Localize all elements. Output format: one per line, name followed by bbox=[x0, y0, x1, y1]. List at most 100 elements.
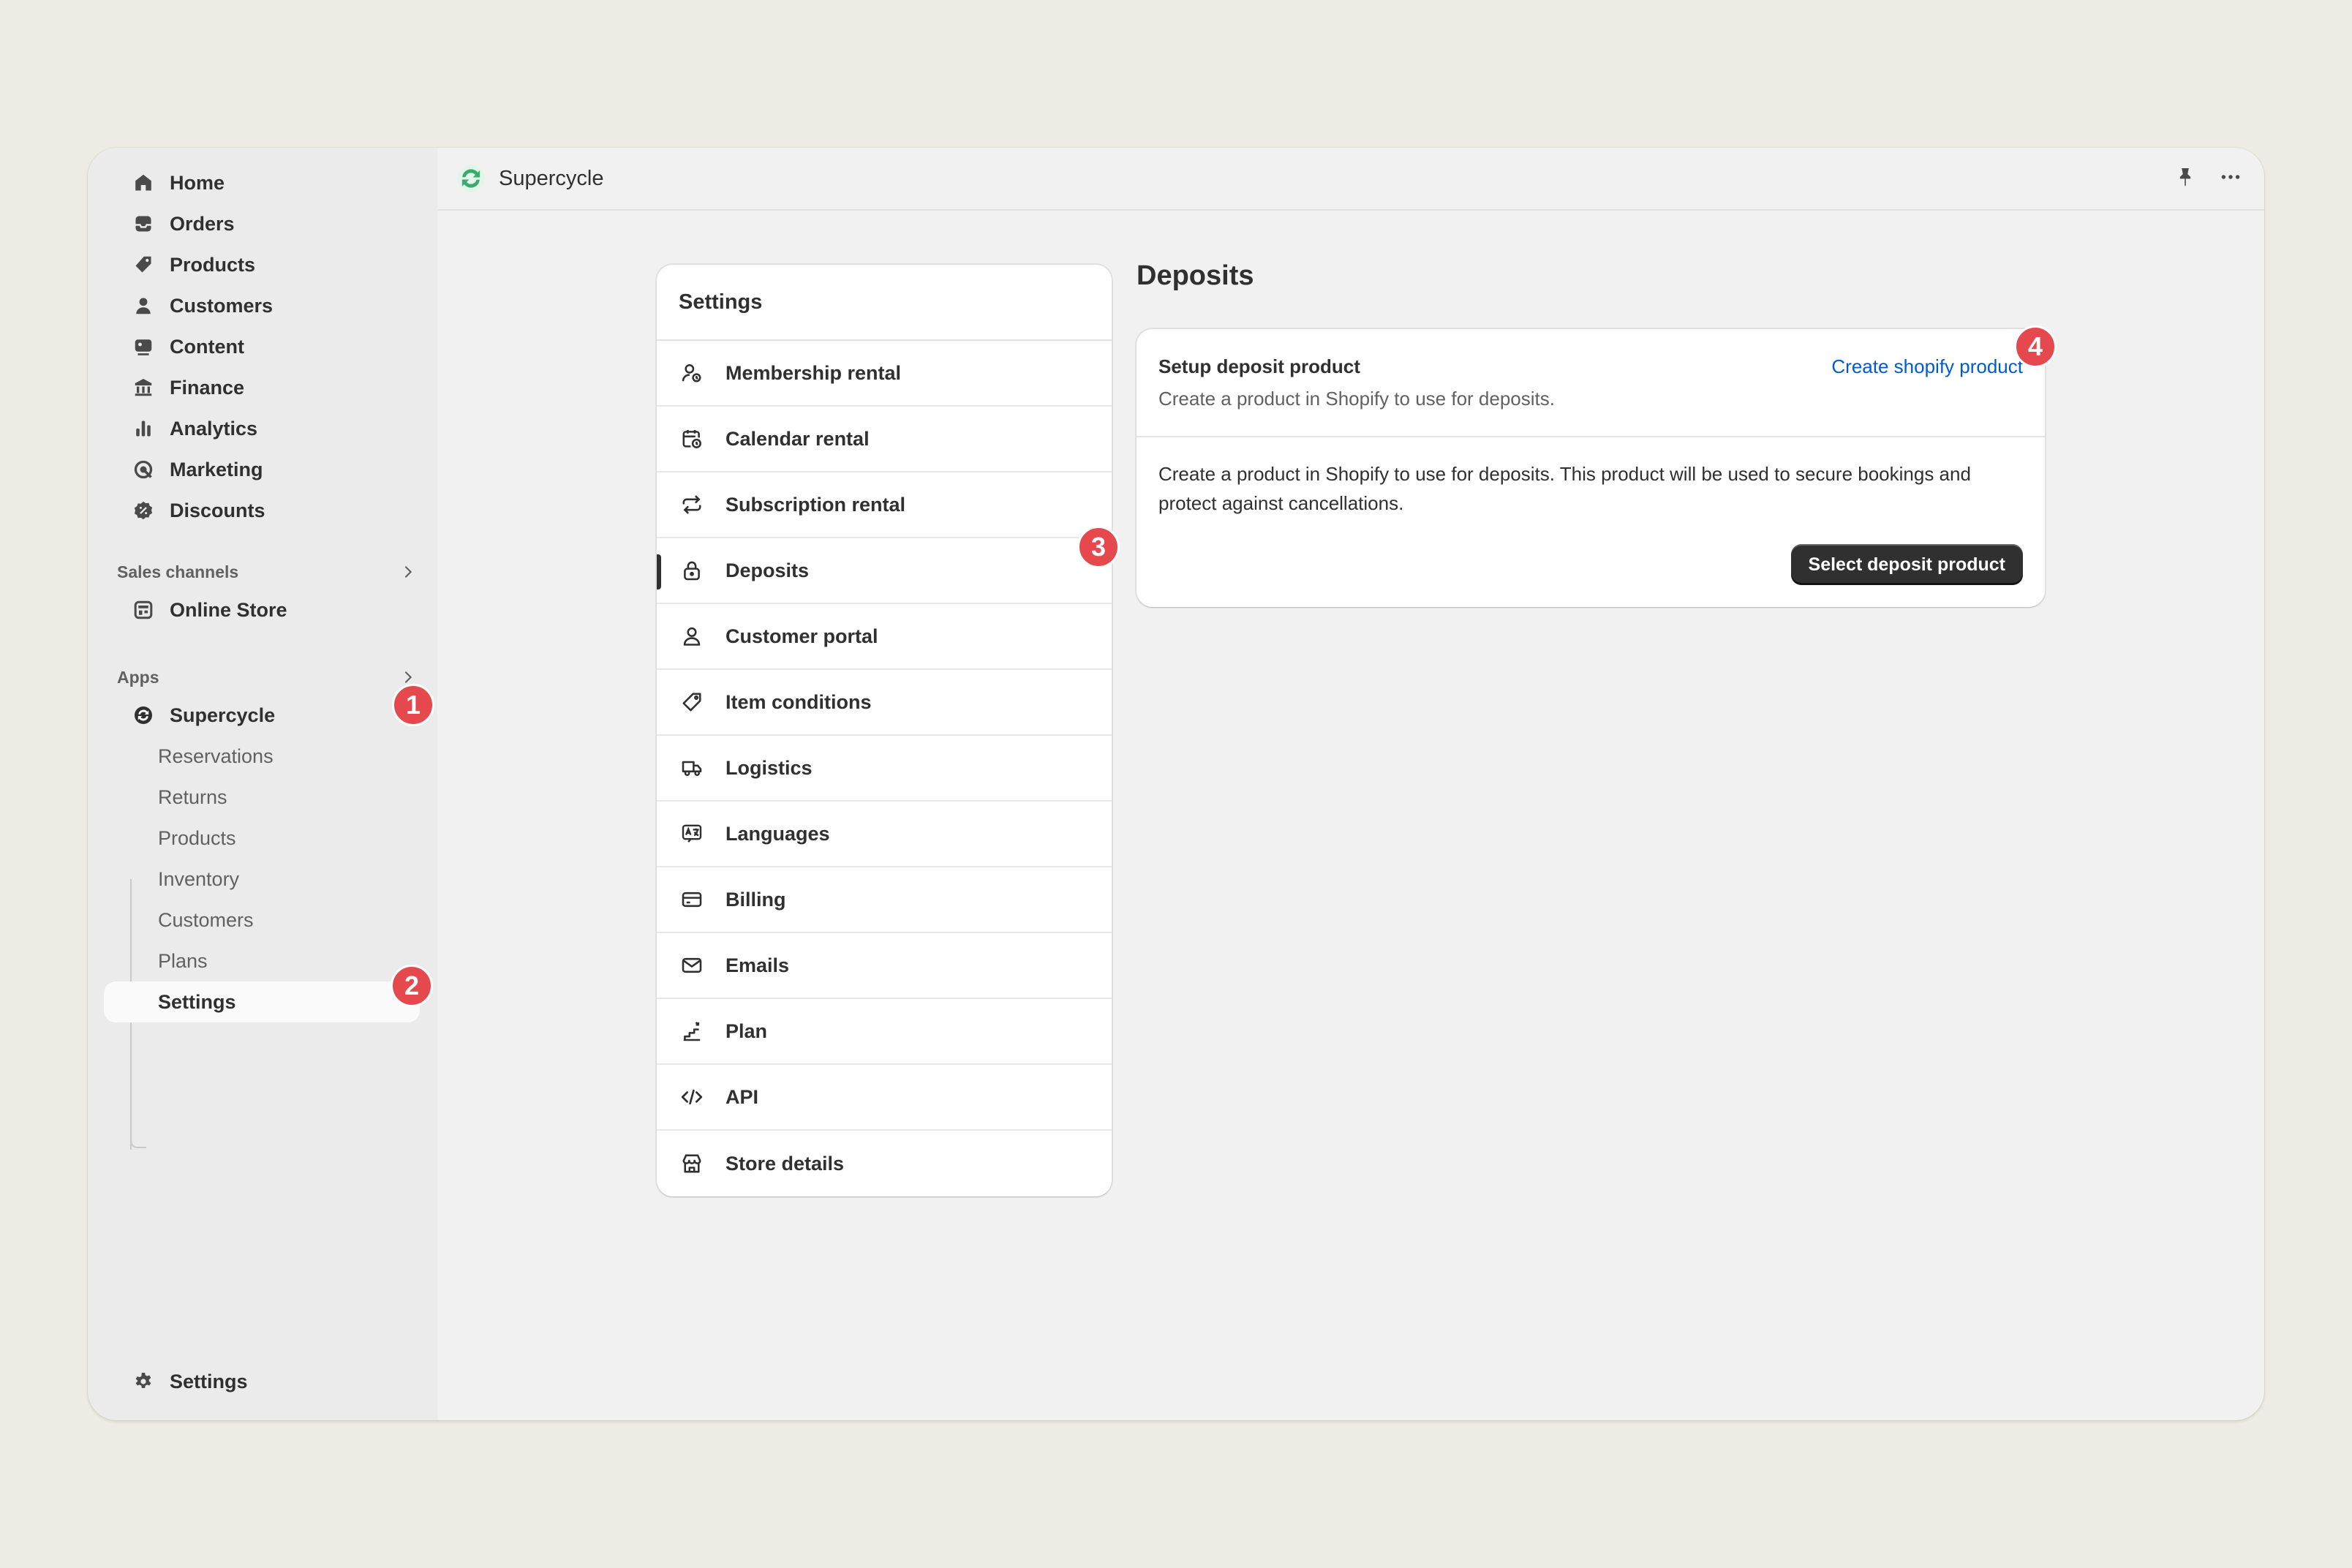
select-deposit-product-button[interactable]: Select deposit product bbox=[1790, 544, 2023, 585]
callout-badge: 2 bbox=[391, 965, 433, 1007]
store-icon bbox=[679, 1150, 705, 1177]
target-icon bbox=[130, 456, 157, 483]
calendar-clock-icon bbox=[679, 426, 705, 452]
settings-item-label: Calendar rental bbox=[725, 427, 870, 450]
sidebar-item-discounts[interactable]: Discounts bbox=[104, 490, 420, 531]
sidebar-item-label: Settings bbox=[170, 1370, 248, 1392]
apps-label: Apps bbox=[117, 667, 159, 687]
deposit-card-header: Setup deposit product Create a product i… bbox=[1137, 329, 2045, 437]
sales-channels-header[interactable]: Sales channels bbox=[117, 557, 417, 587]
code-icon bbox=[679, 1084, 705, 1110]
sidebar-item-label: Supercycle bbox=[170, 704, 276, 726]
sidebar-item-label: Content bbox=[170, 335, 244, 358]
settings-item-deposits[interactable]: Deposits bbox=[657, 538, 1112, 604]
subitem-label: Plans bbox=[158, 949, 208, 972]
sidebar-item-label: Online Store bbox=[170, 598, 287, 621]
sales-channels-label: Sales channels bbox=[117, 562, 239, 581]
sidebar-item-finance[interactable]: Finance bbox=[104, 367, 420, 408]
gear-icon bbox=[130, 1368, 157, 1395]
tree-connector-hook bbox=[130, 1128, 146, 1148]
apps-header[interactable]: Apps bbox=[117, 663, 417, 692]
settings-item-membership-rental[interactable]: Membership rental bbox=[657, 341, 1112, 407]
subitem-label: Reservations bbox=[158, 745, 274, 767]
sidebar-item-supercycle[interactable]: Supercycle bbox=[104, 695, 420, 736]
sidebar-item-customers[interactable]: Customers bbox=[104, 285, 420, 326]
chevron-right-icon bbox=[404, 566, 412, 578]
plan-icon bbox=[679, 1018, 705, 1044]
lock-icon bbox=[679, 557, 705, 584]
settings-item-label: Store details bbox=[725, 1152, 845, 1175]
settings-item-logistics[interactable]: Logistics bbox=[657, 736, 1112, 802]
tag-icon bbox=[130, 252, 157, 278]
sidebar-item-online-store[interactable]: Online Store bbox=[104, 589, 420, 630]
supercycle-logo-icon bbox=[457, 165, 485, 192]
settings-item-label: Emails bbox=[725, 954, 790, 976]
settings-item-customer-portal[interactable]: Customer portal bbox=[657, 604, 1112, 670]
settings-item-emails[interactable]: Emails bbox=[657, 933, 1112, 999]
sidebar-item-content[interactable]: Content bbox=[104, 326, 420, 367]
more-actions-button[interactable] bbox=[2219, 165, 2242, 189]
truck-icon bbox=[679, 755, 705, 781]
sidebar-item-label: Analytics bbox=[170, 417, 258, 440]
settings-menu-title: Settings bbox=[657, 265, 1112, 341]
ellipsis-icon bbox=[2221, 175, 2240, 179]
settings-item-label: Logistics bbox=[725, 756, 813, 779]
sidebar-item-label: Products bbox=[170, 253, 256, 276]
sidebar-subitem-returns[interactable]: Returns bbox=[104, 777, 420, 818]
settings-item-label: API bbox=[725, 1085, 759, 1108]
settings-item-label: Customer portal bbox=[725, 625, 878, 647]
discount-icon bbox=[130, 497, 157, 524]
sidebar-item-orders[interactable]: Orders bbox=[104, 203, 420, 244]
settings-item-api[interactable]: API bbox=[657, 1065, 1112, 1131]
pin-button[interactable] bbox=[2174, 165, 2197, 189]
settings-item-billing[interactable]: Billing bbox=[657, 867, 1112, 933]
email-icon bbox=[679, 952, 705, 979]
callout-badge: 1 bbox=[392, 684, 434, 726]
sidebar-subitem-products[interactable]: Products bbox=[104, 818, 420, 859]
sidebar-subitem-reservations[interactable]: Reservations bbox=[104, 736, 420, 777]
sidebar-subitem-inventory[interactable]: Inventory bbox=[104, 859, 420, 900]
home-icon bbox=[130, 170, 157, 196]
settings-item-item-conditions[interactable]: Item conditions bbox=[657, 670, 1112, 736]
store-icon bbox=[130, 597, 157, 623]
settings-item-languages[interactable]: Languages bbox=[657, 802, 1112, 867]
settings-menu-card: Settings Membership rental Calendar rent… bbox=[657, 265, 1112, 1196]
settings-item-label: Plan bbox=[725, 1019, 768, 1042]
sidebar-subitem-plans[interactable]: Plans bbox=[104, 941, 420, 981]
sidebar-item-label: Customers bbox=[170, 294, 274, 317]
person-icon bbox=[679, 623, 705, 649]
sidebar-item-home[interactable]: Home bbox=[104, 162, 420, 203]
sidebar-item-label: Home bbox=[170, 171, 225, 194]
deposit-product-card: Setup deposit product Create a product i… bbox=[1137, 329, 2045, 607]
settings-item-subscription-rental[interactable]: Subscription rental bbox=[657, 472, 1112, 538]
subitem-label: Settings bbox=[158, 990, 236, 1013]
repeat-icon bbox=[679, 491, 705, 518]
app-topbar: Supercycle bbox=[437, 148, 2264, 211]
language-icon bbox=[679, 821, 705, 847]
deposit-card-subtitle: Create a product in Shopify to use for d… bbox=[1158, 388, 1555, 410]
sidebar-subitem-settings[interactable]: Settings bbox=[104, 981, 420, 1022]
sidebar-item-settings[interactable]: Settings bbox=[104, 1361, 420, 1402]
subitem-label: Inventory bbox=[158, 867, 240, 890]
sidebar-item-products[interactable]: Products bbox=[104, 244, 420, 285]
sidebar-item-label: Finance bbox=[170, 376, 245, 399]
credit-card-icon bbox=[679, 886, 705, 913]
app-title: Supercycle bbox=[499, 166, 604, 190]
page-title: Deposits bbox=[1137, 260, 1254, 291]
settings-item-label: Languages bbox=[725, 822, 830, 845]
settings-item-label: Billing bbox=[725, 888, 786, 911]
settings-item-calendar-rental[interactable]: Calendar rental bbox=[657, 407, 1112, 472]
settings-item-store-details[interactable]: Store details bbox=[657, 1131, 1112, 1196]
create-shopify-product-link[interactable]: Create shopify product bbox=[1831, 355, 2023, 378]
subitem-label: Products bbox=[158, 826, 236, 849]
sidebar-item-marketing[interactable]: Marketing bbox=[104, 449, 420, 490]
person-icon bbox=[130, 293, 157, 319]
settings-item-plan[interactable]: Plan bbox=[657, 999, 1112, 1065]
callout-badge: 4 bbox=[2014, 325, 2057, 368]
bar-chart-icon bbox=[130, 415, 157, 442]
settings-item-label: Subscription rental bbox=[725, 493, 906, 516]
sidebar-item-analytics[interactable]: Analytics bbox=[104, 408, 420, 449]
settings-item-label: Membership rental bbox=[725, 361, 902, 384]
deposit-card-title: Setup deposit product bbox=[1158, 355, 1360, 377]
sidebar-subitem-customers[interactable]: Customers bbox=[104, 900, 420, 941]
